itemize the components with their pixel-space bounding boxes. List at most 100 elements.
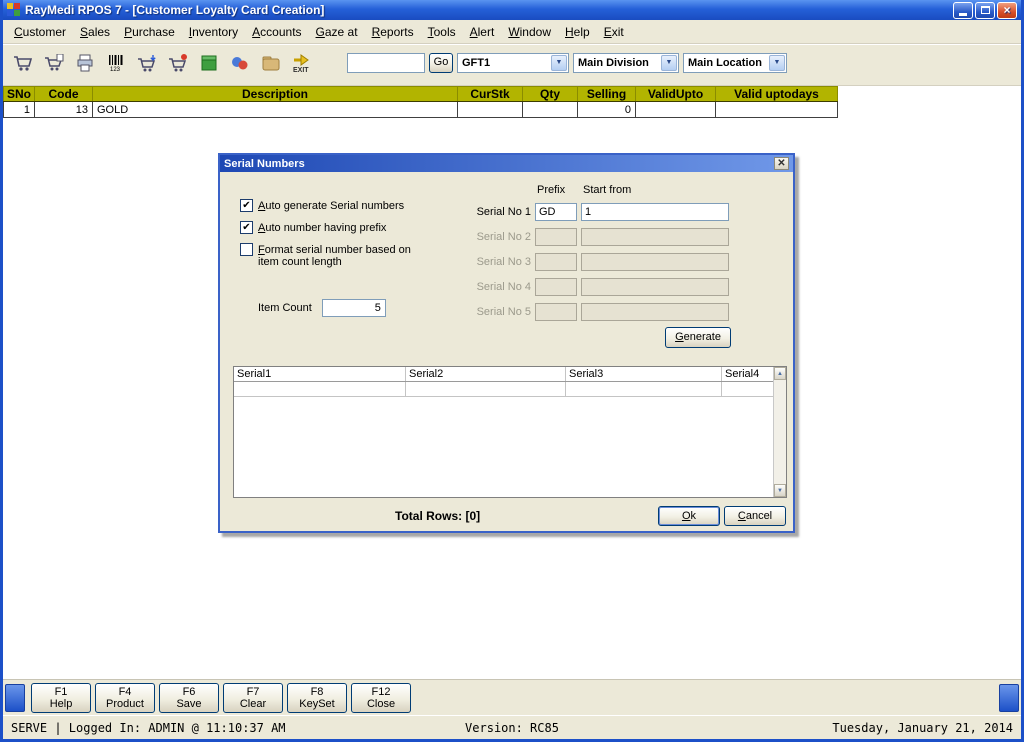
f7-clear-button[interactable]: F7 Clear	[223, 683, 283, 713]
item-count-input[interactable]	[322, 299, 386, 317]
menu-inventory[interactable]: Inventory	[182, 22, 245, 42]
menu-alert[interactable]: Alert	[463, 22, 502, 42]
item-combo[interactable]: GFT1 ▼	[457, 53, 569, 73]
f1-help-button[interactable]: F1 Help	[31, 683, 91, 713]
window-controls: ×	[953, 2, 1017, 19]
scroll-down-icon[interactable]: ▼	[774, 484, 786, 497]
f6-save-button[interactable]: F6 Save	[159, 683, 219, 713]
cart-down-icon[interactable]	[133, 49, 160, 76]
total-rows-label: Total Rows: [0]	[395, 509, 480, 523]
status-logged-in: SERVE | Logged In: ADMIN @ 11:10:37 AM	[11, 721, 286, 735]
barcode-icon[interactable]: 123	[102, 49, 129, 76]
chevron-down-icon: ▼	[769, 55, 785, 71]
go-button[interactable]: Go	[429, 53, 453, 73]
fn-label: KeySet	[288, 698, 346, 710]
serial-no-1-prefix-input[interactable]	[535, 203, 577, 221]
serial-row-2: Serial No 2	[455, 227, 729, 246]
grid-header-valid-uptodays: Valid uptodays	[716, 87, 838, 101]
f12-close-button[interactable]: F12 Close	[351, 683, 411, 713]
cell-sno: 1	[3, 102, 35, 118]
serial-no-4-prefix-input	[535, 278, 577, 296]
fn-key: F12	[352, 686, 410, 698]
fnbar-left-button[interactable]	[5, 684, 25, 712]
serials-table: Serial1 Serial2 Serial3 Serial4 ▲ ▼	[233, 366, 787, 498]
cart-icon[interactable]	[9, 49, 36, 76]
app-window: RayMedi RPOS 7 - [Customer Loyalty Card …	[0, 0, 1024, 742]
menu-reports[interactable]: Reports	[365, 22, 421, 42]
title-bar[interactable]: RayMedi RPOS 7 - [Customer Loyalty Card …	[3, 0, 1021, 20]
table-scrollbar[interactable]: ▲ ▼	[773, 367, 786, 497]
cancel-button[interactable]: Cancel	[724, 506, 786, 526]
auto-number-prefix-checkbox[interactable]: ✔	[240, 221, 253, 234]
status-date: Tuesday, January 21, 2014	[832, 721, 1013, 735]
maximize-button[interactable]	[975, 2, 995, 19]
location-combo[interactable]: Main Location ▼	[683, 53, 787, 73]
fn-key: F8	[288, 686, 346, 698]
auto-number-prefix-label: Auto number having prefix	[258, 221, 386, 234]
fn-label: Save	[160, 698, 218, 710]
menu-purchase[interactable]: Purchase	[117, 22, 182, 42]
function-key-bar: F1 Help F4 Product F6 Save F7 Clear F8 K…	[3, 679, 1021, 715]
serial-row-4: Serial No 4	[455, 277, 729, 296]
search-input[interactable]	[347, 53, 425, 73]
generate-button[interactable]: Generate	[665, 327, 731, 348]
client-area: SNo Code Description CurStk Qty Selling …	[3, 86, 1021, 679]
dialog-close-icon[interactable]: ✕	[774, 157, 789, 170]
cart-doc-icon[interactable]	[40, 49, 67, 76]
ok-button[interactable]: Ok	[658, 506, 720, 526]
grid-header-sno: SNo	[3, 87, 35, 101]
printer-icon[interactable]	[71, 49, 98, 76]
menu-customer[interactable]: Customer	[7, 22, 73, 42]
division-combo[interactable]: Main Division ▼	[573, 53, 679, 73]
auto-number-checkbox-row: ✔ Auto number having prefix	[240, 221, 386, 234]
package-icon[interactable]	[195, 49, 222, 76]
svg-text:EXIT: EXIT	[293, 67, 309, 73]
grid-header-validupto: ValidUpto	[636, 87, 716, 101]
menu-help[interactable]: Help	[558, 22, 597, 42]
cell-code: 13	[35, 102, 93, 118]
table-row[interactable]: 1 13 GOLD 0	[3, 102, 838, 118]
location-combo-value: Main Location	[688, 57, 762, 69]
menu-sales[interactable]: Sales	[73, 22, 117, 42]
serial-no-3-start-input	[581, 253, 729, 271]
serial-row-1: Serial No 1	[455, 202, 729, 221]
menu-accounts[interactable]: Accounts	[245, 22, 308, 42]
auto-generate-label: Auto generate Serial numbers	[258, 199, 404, 212]
scroll-up-icon[interactable]: ▲	[774, 367, 786, 380]
fnbar-right-button[interactable]	[999, 684, 1019, 712]
f4-product-button[interactable]: F4 Product	[95, 683, 155, 713]
minimize-button[interactable]	[953, 2, 973, 19]
cart-badge-icon[interactable]	[164, 49, 191, 76]
dialog-title-bar[interactable]: Serial Numbers ✕	[220, 155, 793, 172]
serial-no-3-prefix-input	[535, 253, 577, 271]
item-count-row: Item Count	[258, 299, 386, 317]
folder-icon[interactable]	[257, 49, 284, 76]
fn-key: F7	[224, 686, 282, 698]
format-serial-checkbox[interactable]	[240, 243, 253, 256]
cell-curstk	[458, 102, 523, 118]
cell-qty	[523, 102, 578, 118]
menu-gaze-at[interactable]: Gaze at	[309, 22, 365, 42]
menu-exit[interactable]: Exit	[597, 22, 631, 42]
app-icon	[7, 3, 21, 17]
fn-label: Clear	[224, 698, 282, 710]
close-button[interactable]: ×	[997, 2, 1017, 19]
menu-window[interactable]: Window	[501, 22, 558, 42]
exit-icon[interactable]: EXIT	[288, 49, 315, 76]
grid-header-selling: Selling	[578, 87, 636, 101]
spheres-icon[interactable]	[226, 49, 253, 76]
serial-no-1-start-input[interactable]	[581, 203, 729, 221]
menu-bar: Customer Sales Purchase Inventory Accoun…	[3, 20, 1021, 44]
f8-keyset-button[interactable]: F8 KeySet	[287, 683, 347, 713]
item-combo-value: GFT1	[462, 57, 490, 69]
serial3-column-header: Serial3	[566, 367, 722, 381]
serial-no-2-label: Serial No 2	[455, 231, 531, 243]
empty-serial-row	[234, 382, 786, 397]
serial-row-3: Serial No 3	[455, 252, 729, 271]
fn-key: F4	[96, 686, 154, 698]
auto-generate-checkbox[interactable]: ✔	[240, 199, 253, 212]
menu-tools[interactable]: Tools	[421, 22, 463, 42]
serial-no-4-label: Serial No 4	[455, 281, 531, 293]
fn-label: Help	[32, 698, 90, 710]
serial-no-3-label: Serial No 3	[455, 256, 531, 268]
